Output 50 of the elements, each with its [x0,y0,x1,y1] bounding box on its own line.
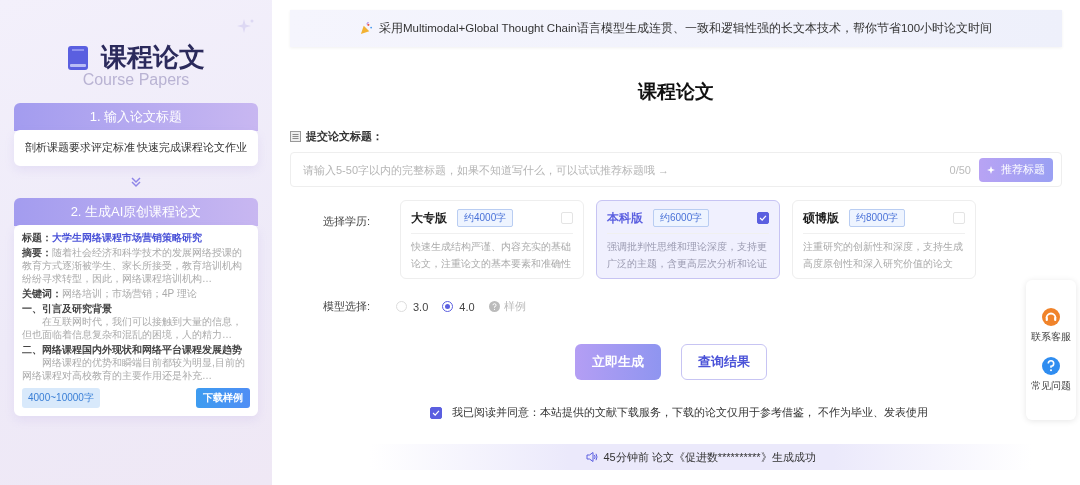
page-heading: 课程论文 [636,80,715,104]
sidebar-title: 课程论文 [101,41,205,73]
model-label: 模型选择: [323,299,372,314]
sample-keywords: 关键词：网络培训；市场营销；4P 理论 [22,287,198,300]
query-results-button[interactable]: 查询结果 [681,344,767,380]
party-popper-icon [359,22,373,35]
list-icon [290,131,301,142]
sidebar-subtitle: Course Papers [81,71,191,89]
step-header: 2. 生成AI原创课程论文 [14,198,258,226]
edition-option-card[interactable]: 本科版 约6000字 强调批判性思维和理论深度，支持更广泛的主题，含更高层次分析和论证 [596,200,780,279]
edition-option-card[interactable]: 大专版 约4000字 快速生成结构严谨、内容充实的基础论文，注重论文的基本要素和准确性 [400,200,584,279]
sample-title: 标题：大学生网络课程市场营销策略研究 [22,231,203,244]
chevron-down-icon [130,176,142,188]
field-label: 提交论文标题： [306,129,383,144]
sample-abstract: 摘要：随着社会经济和科学技术的发展网络授课的教育方式逐渐被学生、家长所接受，教育培训机构纷纷寻求转型，因此，网络课程培训机构… [22,246,243,285]
section-text: 网络课程的优势和瞬端目前都较为明显,目前的网络课程对高校教育的主要作用还是补充… [22,356,246,382]
edition-option-card[interactable]: 硕博版 约8000字 注重研究的创新性和深度，支持生成高度原创性和深入研究价值的论文 [792,200,976,279]
download-sample-button[interactable]: 下载样例 [196,388,250,408]
model-radio[interactable]: 3.0 [396,300,429,313]
edition-name: 硕博版 [803,209,839,227]
book-icon [67,44,89,71]
headset-icon [1041,307,1061,327]
help-icon [488,301,500,312]
sparkle-icon [987,164,997,175]
edition-name: 大专版 [411,209,447,227]
section-heading: 一、引言及研究背景 [22,302,113,315]
edition-description: 注重研究的创新性和深度，支持生成高度原创性和深入研究价值的论文 [803,240,964,271]
step-description: 剖析课题要求评定标准 快速完成课程论文作业 [14,130,258,166]
banner-text: 采用Multimodal+Global Thought Chain语言模型生成连贯、一致和逻辑性强的长文本技术，帮你节省100小时论文时间 [378,21,993,36]
faq-button[interactable]: 常见问题 [1031,356,1071,393]
section-heading: 二、网络课程国内外现状和网络平台课程发展趋势 [22,343,243,356]
word-count-tag: 约8000字 [849,209,906,227]
education-label: 选择学历: [323,214,372,229]
step-header: 1. 输入论文标题 [14,103,258,131]
ticker-text: 45分钟前 论文《促进数**********》生成成功 [603,449,816,465]
contact-support-button[interactable]: 联系客服 [1031,307,1071,344]
speaker-icon [586,451,599,463]
edition-name: 本科版 [607,209,643,227]
word-count-tag: 约4000字 [457,209,514,227]
help-icon [1041,356,1061,376]
edition-description: 强调批判性思维和理论深度，支持更广泛的主题，含更高层次分析和论证 [607,240,768,271]
word-count-tag: 约6000字 [653,209,710,227]
agreement-text: 我已阅读并同意：本站提供的文献下载服务，下载的论文仅用于参考借鉴， 不作为毕业、发表使用 [452,406,928,420]
word-range-tag: 4000~10000字 [22,388,100,408]
checkbox[interactable] [757,212,769,224]
edition-description: 快速生成结构严谨、内容充实的基础论文，注重论文的基本要素和准确性 [411,240,572,271]
char-counter: 0/50 [949,163,971,176]
model-radio[interactable]: 4.0 [442,300,475,313]
agreement-checkbox[interactable] [430,407,442,419]
section-text: 在互联网时代，我们可以接触到大量的信息，但也面临着信息复杂和混乱的困境，人的精力… [22,315,243,341]
